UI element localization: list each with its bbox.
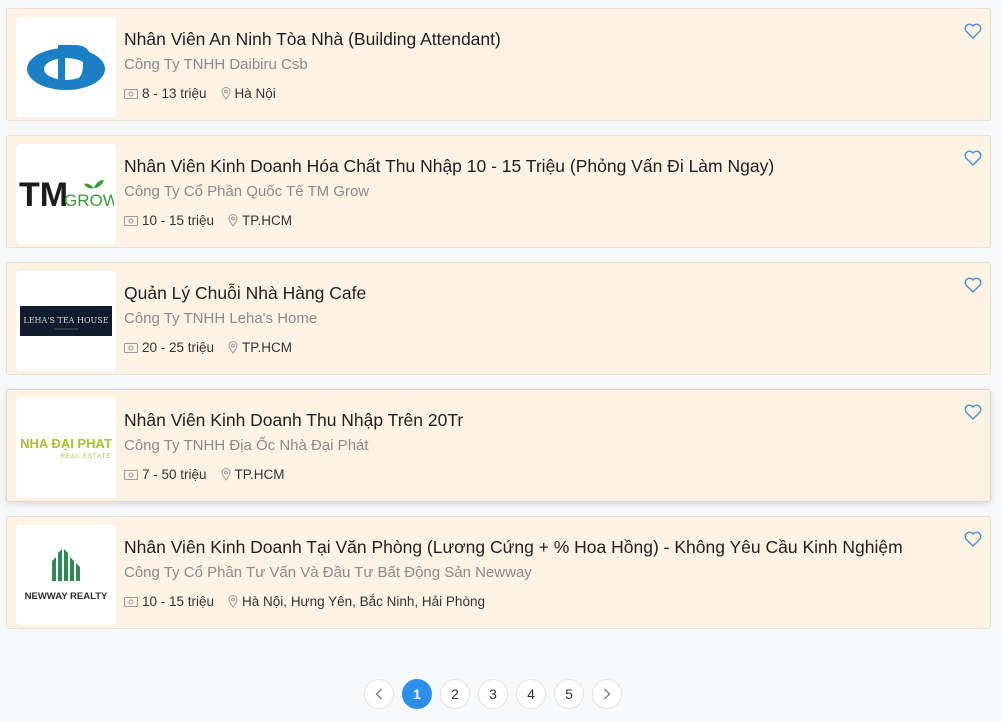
salary-text: 8 - 13 triệu (142, 86, 207, 101)
salary: 20 - 25 triệu (124, 340, 214, 355)
salary-text: 7 - 50 triệu (142, 467, 207, 482)
company-name[interactable]: Công Ty Cổ Phần Quốc Tế TM Grow (124, 183, 369, 200)
location-pin-icon (228, 341, 238, 354)
pagination: 1 2 3 4 5 (364, 679, 622, 709)
job-title[interactable]: Nhân Viên Kinh Doanh Hóa Chất Thu Nhập 1… (124, 156, 774, 177)
company-logo[interactable] (16, 17, 116, 117)
page-button-2[interactable]: 2 (440, 679, 470, 709)
job-card[interactable]: NEWWAY REALTY Nhân Viên Kinh Doanh Tại V… (6, 516, 991, 629)
money-icon (124, 88, 138, 99)
company-name[interactable]: Công Ty TNHH Địa Ốc Nhà Đại Phát (124, 437, 369, 454)
salary: 7 - 50 triệu (124, 467, 207, 482)
location: Hà Nội, Hưng Yên, Bắc Ninh, Hải Phòng (228, 594, 485, 609)
salary-text: 20 - 25 triệu (142, 340, 215, 355)
heart-icon[interactable] (964, 23, 982, 39)
real-estate-logo-text: REAL ESTATE (61, 454, 112, 460)
next-page-button[interactable] (592, 679, 622, 709)
heart-icon[interactable] (964, 150, 982, 166)
job-title[interactable]: Nhân Viên An Ninh Tòa Nhà (Building Atte… (124, 29, 501, 50)
job-meta: 7 - 50 triệu TP.HCM (124, 467, 285, 482)
job-title[interactable]: Nhân Viên Kinh Doanh Thu Nhập Trên 20Tr (124, 410, 463, 431)
job-meta: 8 - 13 triệu Hà Nội (124, 86, 276, 101)
money-icon (124, 342, 138, 353)
job-card[interactable]: NHA ĐẠI PHAT REAL ESTATE Nhân Viên Kinh … (6, 389, 991, 502)
job-meta: 20 - 25 triệu TP.HCM (124, 340, 292, 355)
company-name[interactable]: Công Ty TNHH Leha's Home (124, 310, 317, 327)
chevron-right-icon (604, 688, 611, 700)
lehas-tea-house-logo-icon: LEHA'S TEA HOUSE (20, 306, 112, 336)
location-text: TP.HCM (234, 467, 285, 482)
heart-icon[interactable] (964, 531, 982, 547)
company-logo[interactable]: NHA ĐẠI PHAT REAL ESTATE (16, 398, 116, 498)
company-name[interactable]: Công Ty Cổ Phần Tư Vấn Và Đầu Tư Bất Độn… (124, 564, 532, 581)
newway-logo-text: NEWWAY REALTY (25, 591, 108, 602)
salary: 10 - 15 triệu (124, 213, 214, 228)
job-meta: 10 - 15 triệu TP.HCM (124, 213, 292, 228)
daibiru-logo-icon (27, 45, 105, 90)
money-icon (124, 215, 138, 226)
company-logo[interactable]: TM GROW (16, 144, 116, 244)
heart-icon[interactable] (964, 277, 982, 293)
salary: 10 - 15 triệu (124, 594, 214, 609)
location: TP.HCM (228, 340, 292, 355)
job-card[interactable]: LEHA'S TEA HOUSE Quản Lý Chuỗi Nhà Hàng … (6, 262, 991, 375)
page-button-4[interactable]: 4 (516, 679, 546, 709)
tm-logo-text: TM (19, 176, 68, 214)
location: TP.HCM (221, 467, 285, 482)
page-button-3[interactable]: 3 (478, 679, 508, 709)
nha-dai-phat-logo-icon: NHA ĐẠI PHAT REAL ESTATE (20, 436, 112, 460)
grow-logo-text: GROW (64, 191, 114, 210)
job-card[interactable]: Nhân Viên An Ninh Tòa Nhà (Building Atte… (6, 8, 991, 121)
job-list: Nhân Viên An Ninh Tòa Nhà (Building Atte… (6, 8, 991, 643)
nha-dai-phat-logo-text: NHA ĐẠI PHAT (20, 436, 112, 451)
location: Hà Nội (221, 86, 276, 101)
job-meta: 10 - 15 triệu Hà Nội, Hưng Yên, Bắc Ninh… (124, 594, 485, 609)
location-text: Hà Nội, Hưng Yên, Bắc Ninh, Hải Phòng (242, 594, 485, 609)
salary-text: 10 - 15 triệu (142, 213, 215, 228)
location-pin-icon (228, 595, 238, 608)
job-title[interactable]: Nhân Viên Kinh Doanh Tại Văn Phòng (Lươn… (124, 537, 903, 558)
company-logo[interactable]: NEWWAY REALTY (16, 525, 116, 625)
newway-realty-logo-icon: NEWWAY REALTY (25, 549, 108, 602)
page-button-1[interactable]: 1 (402, 679, 432, 709)
location-pin-icon (221, 468, 231, 481)
lehas-logo-text: LEHA'S TEA HOUSE (23, 316, 108, 325)
page-button-5[interactable]: 5 (554, 679, 584, 709)
location-text: Hà Nội (234, 86, 276, 101)
job-title[interactable]: Quản Lý Chuỗi Nhà Hàng Cafe (124, 283, 366, 304)
company-name[interactable]: Công Ty TNHH Daibiru Csb (124, 56, 308, 73)
location: TP.HCM (228, 213, 292, 228)
prev-page-button[interactable] (364, 679, 394, 709)
heart-icon[interactable] (964, 404, 982, 420)
money-icon (124, 469, 138, 480)
job-card[interactable]: TM GROW Nhân Viên Kinh Doanh Hóa Chất Th… (6, 135, 991, 248)
money-icon (124, 596, 138, 607)
location-text: TP.HCM (242, 340, 293, 355)
chevron-left-icon (375, 688, 382, 700)
location-pin-icon (221, 87, 231, 100)
salary-text: 10 - 15 triệu (142, 594, 215, 609)
tm-grow-logo-icon: TM GROW (19, 176, 114, 214)
location-text: TP.HCM (242, 213, 293, 228)
company-logo[interactable]: LEHA'S TEA HOUSE (16, 271, 116, 371)
location-pin-icon (228, 214, 238, 227)
salary: 8 - 13 triệu (124, 86, 207, 101)
